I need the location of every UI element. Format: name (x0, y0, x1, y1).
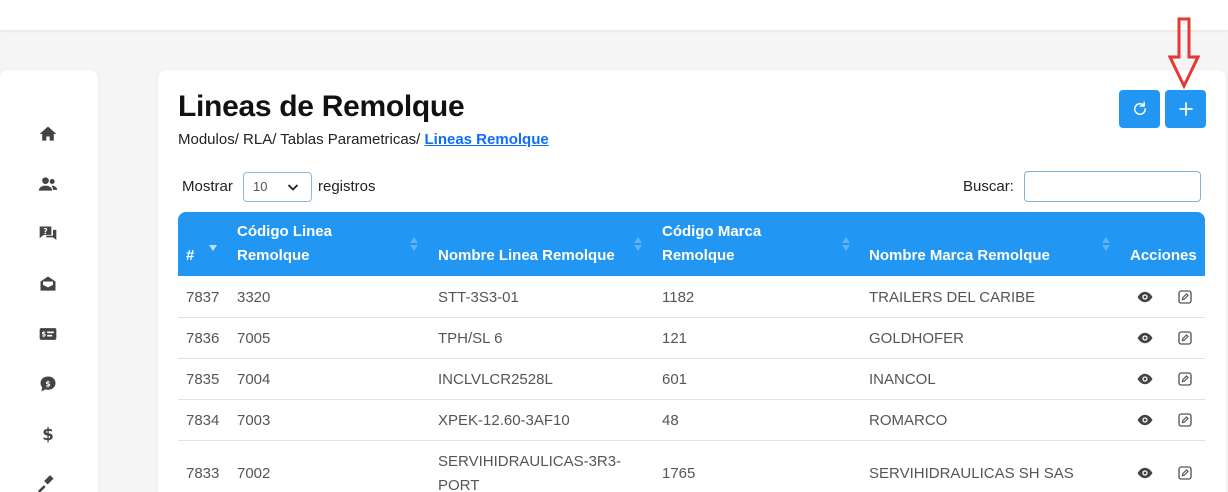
breadcrumb: Modulos/ RLA/ Tablas Parametricas/ Linea… (178, 131, 549, 148)
table-row: 7834 7003 XPEK-12.60-3AF10 48 ROMARCO (178, 400, 1205, 441)
cell-codigo-linea: 7004 (237, 371, 271, 388)
cell-nombre-marca: ROMARCO (869, 412, 948, 429)
table-row: 7833 7002 SERVIHIDRAULICAS-3R3- PORT 176… (178, 441, 1205, 492)
add-button[interactable] (1165, 90, 1206, 128)
cell-nombre-marca: TRAILERS DEL CARIBE (869, 289, 1036, 306)
page-length-value: 10 (253, 179, 268, 194)
money-chat-icon[interactable]: $ (36, 372, 60, 396)
cell-nombre-marca: GOLDHOFER (869, 330, 965, 347)
plus-icon (1178, 102, 1193, 116)
cell-codigo-marca: 601 (662, 371, 688, 388)
edit-icon (1178, 413, 1192, 427)
view-button[interactable] (1135, 287, 1155, 307)
cell-nombre-linea: STT-3S3-01 (438, 289, 519, 306)
envelope-open-icon[interactable] (36, 272, 60, 296)
cell-id: 7835 (186, 371, 220, 388)
eye-icon (1137, 332, 1153, 344)
view-button[interactable] (1135, 328, 1155, 348)
length-suffix: registros (318, 178, 376, 195)
cell-codigo-linea: 7002 (237, 465, 271, 482)
cell-codigo-linea: 7003 (237, 412, 271, 429)
cell-nombre-linea: SERVIHIDRAULICAS-3R3- (438, 453, 622, 470)
page-length-select[interactable]: 10 (243, 172, 312, 202)
eye-icon (1137, 414, 1153, 426)
chat-question-icon[interactable]: ? (36, 222, 60, 246)
svg-text:$: $ (45, 380, 50, 389)
breadcrumb-path: Modulos/ RLA/ Tablas Parametricas/ (178, 131, 425, 148)
annotation-arrow (1167, 17, 1201, 89)
eye-icon (1137, 373, 1153, 385)
cell-nombre-marca: INANCOL (869, 371, 936, 388)
cell-codigo-marca: 48 (662, 412, 679, 429)
view-button[interactable] (1135, 369, 1155, 389)
column-header-nombre-linea[interactable]: Nombre Linea Remolque (438, 244, 615, 268)
users-icon[interactable] (36, 172, 60, 196)
sidebar: ? $ $ $ (0, 70, 98, 492)
breadcrumb-current-link[interactable]: Lineas Remolque (425, 131, 549, 148)
edit-icon (1178, 331, 1192, 345)
money-card-icon[interactable]: $ (36, 322, 60, 346)
sort-both-icon (842, 237, 850, 251)
svg-text:$: $ (42, 331, 47, 339)
cell-codigo-linea: 3320 (237, 289, 271, 306)
view-button[interactable] (1135, 410, 1155, 430)
chevron-down-icon (287, 184, 299, 191)
sort-desc-icon (209, 245, 217, 251)
table-row: 7836 7005 TPH/SL 6 121 GOLDHOFER (178, 318, 1205, 359)
search-input[interactable] (1024, 171, 1201, 202)
cell-id: 7834 (186, 412, 220, 429)
edit-icon (1178, 372, 1192, 386)
cell-codigo-linea: 7005 (237, 330, 271, 347)
eye-icon (1137, 467, 1153, 479)
column-header-id[interactable]: # (186, 244, 194, 268)
refresh-button[interactable] (1119, 90, 1160, 128)
cell-id: 7836 (186, 330, 220, 347)
cell-id: 7833 (186, 465, 220, 482)
cell-nombre-linea-wrap: PORT (438, 477, 480, 492)
edit-button[interactable] (1175, 328, 1195, 348)
view-button[interactable] (1135, 463, 1155, 483)
dollar-icon[interactable]: $ (36, 422, 60, 446)
length-label: Mostrar (182, 178, 233, 195)
search-label: Buscar: (963, 178, 1014, 195)
table-row: 7835 7004 INCLVLCR2528L 601 INANCOL (178, 359, 1205, 400)
cell-nombre-linea: XPEK-12.60-3AF10 (438, 412, 570, 429)
cell-id: 7837 (186, 289, 220, 306)
cell-nombre-linea: TPH/SL 6 (438, 330, 503, 347)
edit-button[interactable] (1175, 410, 1195, 430)
column-header-acciones: Acciones (1130, 247, 1197, 264)
edit-button[interactable] (1175, 369, 1195, 389)
cell-codigo-marca: 121 (662, 330, 688, 347)
sort-both-icon (1102, 237, 1110, 251)
cell-codigo-marca: 1765 (662, 465, 696, 482)
table-row: 7837 3320 STT-3S3-01 1182 TRAILERS DEL C… (178, 276, 1205, 318)
cell-nombre-linea: INCLVLCR2528L (438, 371, 553, 388)
column-header-codigo-marca[interactable]: Código Marca Remolque (662, 220, 761, 268)
edit-icon (1178, 466, 1192, 480)
gavel-icon[interactable] (36, 472, 60, 492)
home-icon[interactable] (36, 122, 60, 146)
column-header-codigo-linea[interactable]: Código Linea Remolque (237, 220, 332, 268)
table-header: # Código Linea Remolque Nombre Linea Rem… (178, 212, 1205, 276)
refresh-icon (1133, 101, 1146, 115)
sort-both-icon (410, 237, 418, 251)
cell-codigo-marca: 1182 (662, 289, 695, 306)
cell-nombre-marca: SERVIHIDRAULICAS SH SAS (869, 465, 1074, 482)
top-bar (0, 0, 1228, 30)
edit-button[interactable] (1175, 463, 1195, 483)
column-header-nombre-marca[interactable]: Nombre Marca Remolque (869, 244, 1050, 268)
edit-button[interactable] (1175, 287, 1195, 307)
sort-both-icon (634, 237, 642, 251)
page-title: Lineas de Remolque (178, 90, 465, 123)
svg-text:$: $ (42, 425, 54, 444)
svg-text:?: ? (43, 227, 47, 236)
eye-icon (1137, 291, 1153, 303)
edit-icon (1178, 290, 1192, 304)
